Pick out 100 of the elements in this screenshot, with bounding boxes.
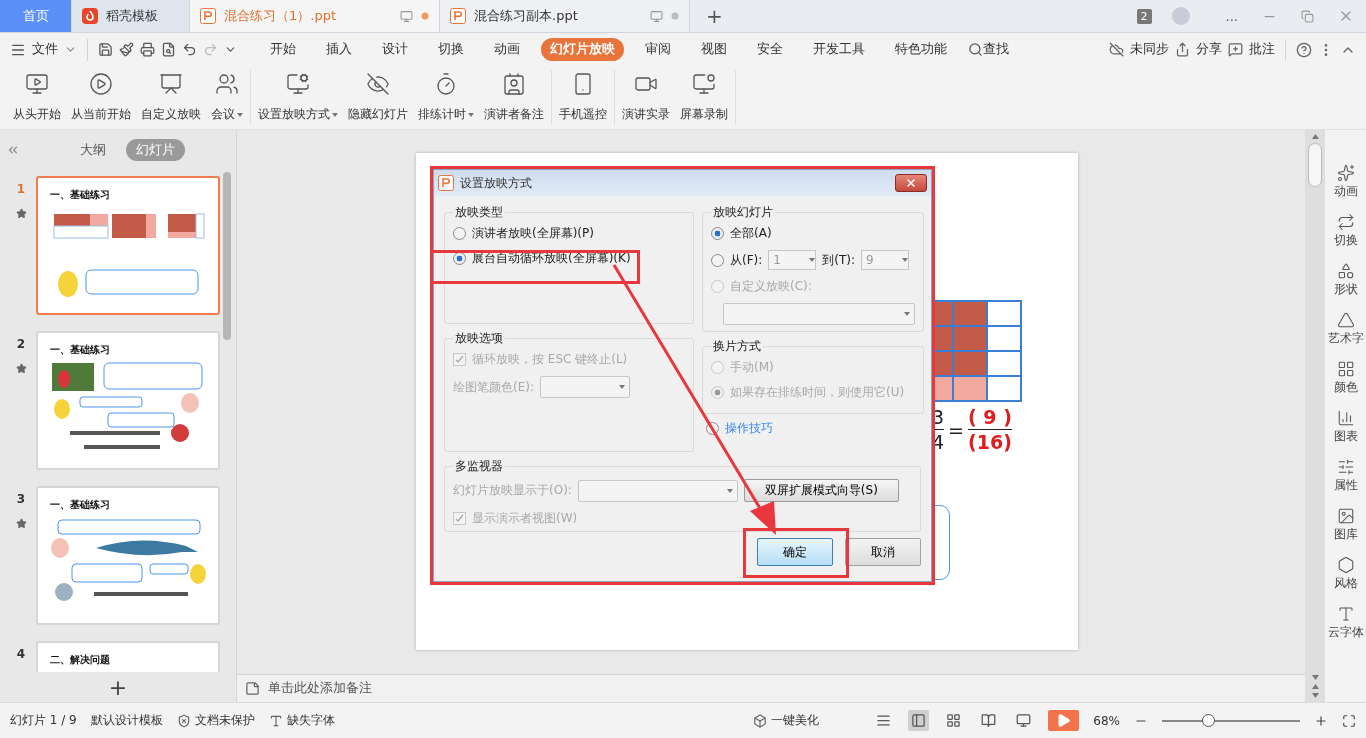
restore-icon[interactable] <box>1301 9 1314 23</box>
radio-button[interactable] <box>711 227 724 240</box>
scroll-up-icon[interactable] <box>1311 684 1319 689</box>
radio-button[interactable] <box>453 227 466 240</box>
caret-icon <box>237 112 243 117</box>
ribbon-tab[interactable]: 安全 <box>748 38 792 61</box>
star-icon[interactable] <box>15 208 27 219</box>
ribbon-button[interactable]: 屏幕录制 <box>676 70 732 125</box>
beautify-button[interactable]: 一键美化 <box>771 712 820 729</box>
ribbon-button[interactable]: 演讲实录 <box>618 70 674 125</box>
ribbon-button[interactable]: 会议 <box>207 70 247 125</box>
search-icon[interactable] <box>968 42 983 57</box>
ribbon-tab[interactable]: 切换 <box>429 38 473 61</box>
slide-thumbnail[interactable]: 一、基础练习 <box>36 486 220 625</box>
monitor-icon[interactable] <box>400 9 413 23</box>
ribbon-button[interactable]: 自定义放映 <box>137 70 205 125</box>
sidebar-button[interactable]: 云字体 <box>1327 605 1364 640</box>
normal-view-button[interactable] <box>908 710 930 731</box>
ribbon-tab[interactable]: 视图 <box>692 38 736 61</box>
type-icon <box>268 713 283 728</box>
ribbon-tab[interactable]: 设计 <box>373 38 417 61</box>
share-icon[interactable] <box>1175 42 1190 57</box>
monitor-icon <box>1016 713 1032 728</box>
ribbon-button[interactable]: 隐藏幻灯片 <box>344 70 412 125</box>
panel-tab[interactable]: 大纲 <box>70 139 116 161</box>
slide-thumbnail[interactable]: 一、基础练习 <box>36 331 220 470</box>
comment-button[interactable]: 批注 <box>1249 41 1275 58</box>
ribbon-tab[interactable]: 特色功能 <box>886 38 956 61</box>
ribbon-button[interactable]: 设置放映方式 <box>254 70 342 125</box>
sidebar-button[interactable]: 风格 <box>1333 556 1358 591</box>
ribbon-button[interactable]: 演讲者备注 <box>480 70 548 125</box>
paintbrush-icon[interactable] <box>119 42 134 57</box>
zoom-in-icon[interactable] <box>1314 713 1328 728</box>
ribbon-button[interactable]: 从头开始 <box>9 70 65 125</box>
slide-thumbnail[interactable]: 一、基础练习 <box>36 176 220 315</box>
star-icon[interactable] <box>15 363 27 374</box>
zoom-level[interactable]: 68% <box>1093 713 1120 728</box>
missing-fonts[interactable]: 缺失字体 <box>286 712 335 729</box>
template-name[interactable]: 默认设计模板 <box>90 712 163 729</box>
slider-thumb[interactable] <box>1201 713 1215 727</box>
play-button[interactable] <box>1048 710 1080 731</box>
ribbon-button[interactable]: 手机遥控 <box>555 70 611 125</box>
sidebar-button[interactable]: 颜色 <box>1333 360 1358 395</box>
printer-icon[interactable] <box>140 42 155 57</box>
ribbon-tab[interactable]: 动画 <box>485 38 529 61</box>
search-link[interactable]: 查找 <box>983 41 1009 58</box>
ribbon-button[interactable]: 从当前开始 <box>67 70 135 125</box>
ribbon-tab[interactable]: 审阅 <box>636 38 680 61</box>
redo-icon[interactable] <box>203 42 218 57</box>
cloud-off-icon[interactable] <box>1109 42 1124 57</box>
grid-icon <box>1336 360 1355 378</box>
sidebar-button[interactable]: 艺术字 <box>1327 311 1364 346</box>
scrollbar-thumb[interactable] <box>1308 143 1322 187</box>
more-button[interactable]: ... <box>1213 0 1250 32</box>
sidebar-button[interactable]: 动画 <box>1333 164 1358 199</box>
sidebar-button[interactable]: 图库 <box>1333 507 1358 542</box>
document-tab[interactable]: 稻壳模板 <box>72 0 190 32</box>
file-menu[interactable]: 文件 <box>32 41 58 58</box>
slide-thumbnail[interactable]: 二、解决问题 <box>36 641 220 672</box>
undo-icon[interactable] <box>182 42 197 57</box>
new-tab-button[interactable]: + <box>690 0 739 32</box>
window-count-badge[interactable]: 2 <box>1136 8 1152 24</box>
cancel-button[interactable]: 取消 <box>845 538 921 566</box>
thumbnail-title: 一、基础练习 <box>50 498 111 512</box>
sidebar-button[interactable]: 形状 <box>1333 262 1358 297</box>
ribbon-button[interactable]: 排练计时 <box>414 70 478 125</box>
scrollbar-thumb[interactable] <box>223 172 231 340</box>
monitor-icon[interactable] <box>650 9 663 23</box>
color-dropdown[interactable] <box>540 376 630 398</box>
share-button[interactable]: 分享 <box>1196 41 1222 58</box>
sync-status[interactable]: 未同步 <box>1130 41 1169 58</box>
scroll-down-icon[interactable] <box>1311 675 1319 680</box>
thumbnail-title: 一、基础练习 <box>50 343 111 357</box>
sidebar-button[interactable]: 属性 <box>1333 458 1358 493</box>
fit-window-icon[interactable] <box>1342 713 1356 728</box>
scroll-up-icon[interactable] <box>1311 134 1319 139</box>
close-icon <box>905 177 917 189</box>
sidebar-button[interactable]: 切换 <box>1333 213 1358 248</box>
ribbon-tab[interactable]: 插入 <box>317 38 361 61</box>
wizard-button[interactable]: 双屏扩展模式向导(S) <box>743 479 899 502</box>
save-icon[interactable] <box>98 42 113 57</box>
print-preview-icon[interactable] <box>161 42 176 57</box>
slide-number: 1 <box>16 182 26 196</box>
radio-button[interactable] <box>711 253 724 267</box>
play-circle-icon <box>89 72 113 96</box>
collapse-panel-icon[interactable] <box>6 143 20 157</box>
document-tab[interactable]: 混合练习副本.ppt <box>440 0 690 32</box>
scroll-down-icon[interactable] <box>1311 693 1319 698</box>
ribbon-tab[interactable]: 开发工具 <box>804 38 874 61</box>
comment-icon[interactable] <box>1228 42 1243 57</box>
ok-button[interactable]: 确定 <box>757 538 833 566</box>
star-icon[interactable] <box>15 518 27 529</box>
notes-placeholder[interactable]: 单击此处添加备注 <box>268 680 372 697</box>
close-button[interactable] <box>895 174 927 192</box>
ribbon-tab[interactable]: 开始 <box>261 38 305 61</box>
presentation-file-icon <box>200 8 216 24</box>
protection-status[interactable]: 文档未保护 <box>194 712 255 729</box>
scrollbar[interactable] <box>1305 130 1325 702</box>
add-slide-button[interactable]: + <box>108 674 128 700</box>
sidebar-button[interactable]: 图表 <box>1333 409 1358 444</box>
